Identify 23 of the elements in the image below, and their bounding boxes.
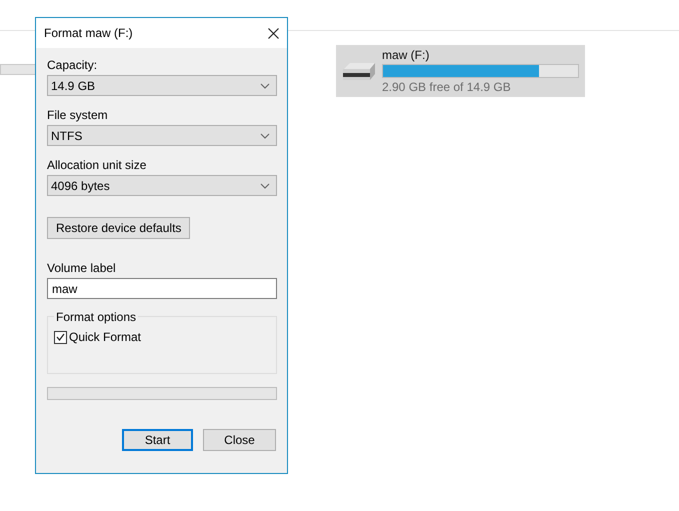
dropdown[interactable]: 14.9 GB xyxy=(47,75,277,96)
drive-name: maw (F:) xyxy=(382,48,430,62)
close-icon[interactable] xyxy=(268,28,279,38)
chevron-down-icon xyxy=(260,82,270,88)
dialog-button[interactable]: Start xyxy=(122,429,193,451)
drive-icon xyxy=(342,61,376,81)
dropdown[interactable]: NTFS xyxy=(47,125,277,146)
group-title: Format options xyxy=(54,310,138,324)
checkbox[interactable] xyxy=(54,330,67,344)
window-title: Format maw (F:) xyxy=(44,26,133,40)
drive-tile[interactable]: maw (F:) 2.90 GB free of 14.9 GB xyxy=(336,45,585,97)
dialog-button[interactable]: Close xyxy=(203,429,276,451)
chevron-down-icon xyxy=(260,182,270,188)
quick-format-checkbox[interactable]: Quick Format xyxy=(54,330,270,344)
field-label: Volume label xyxy=(47,261,117,275)
free-space-text: 2.90 GB free of 14.9 GB xyxy=(382,80,512,94)
field-label: Capacity: xyxy=(47,58,98,72)
dropdown[interactable]: 4096 bytes xyxy=(47,175,277,196)
chevron-down-icon xyxy=(260,132,270,138)
restore-defaults-button[interactable]: Restore device defaults xyxy=(47,217,190,239)
field-label: File system xyxy=(47,108,109,122)
field-label: Allocation unit size xyxy=(47,158,148,172)
volume-label-field[interactable]: maw xyxy=(47,278,277,299)
